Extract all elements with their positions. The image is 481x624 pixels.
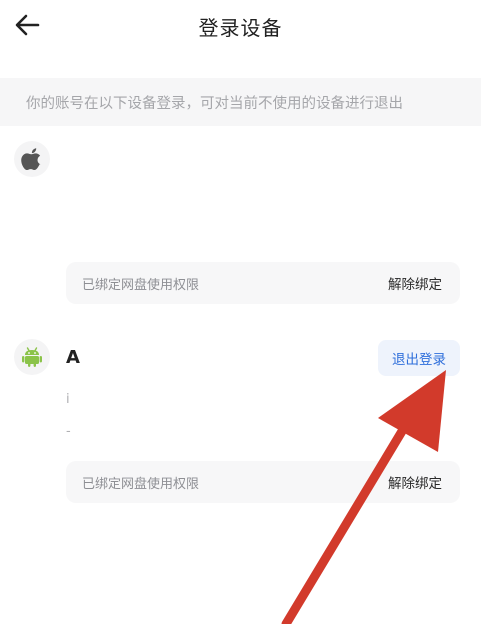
device-name: A <box>66 347 80 368</box>
device-icon-container <box>14 141 50 177</box>
bind-card: 已绑定网盘使用权限 解除绑定 <box>66 461 460 503</box>
unbind-button[interactable]: 解除绑定 <box>388 273 442 293</box>
logout-button[interactable]: 退出登录 <box>378 340 460 376</box>
top-bar: 登录设备 <box>0 0 481 56</box>
bind-status-label: 已绑定网盘使用权限 <box>82 477 200 492</box>
login-devices-page: 登录设备 你的账号在以下设备登录，可对当前不使用的设备进行退出 已绑定网盘使用权… <box>0 0 481 624</box>
device-meta-line: i <box>66 392 70 407</box>
bind-card: 已绑定网盘使用权限 解除绑定 <box>66 262 460 304</box>
bind-status-label: 已绑定网盘使用权限 <box>82 278 200 293</box>
android-icon <box>22 347 42 367</box>
unbind-button[interactable]: 解除绑定 <box>388 472 442 492</box>
device-meta-line: - <box>66 424 71 439</box>
apple-icon <box>21 148 41 170</box>
notice-text: 你的账号在以下设备登录，可对当前不使用的设备进行退出 <box>26 96 403 112</box>
page-title: 登录设备 <box>198 16 283 40</box>
notice-banner: 你的账号在以下设备登录，可对当前不使用的设备进行退出 <box>0 78 481 126</box>
device-icon-container <box>14 339 50 375</box>
